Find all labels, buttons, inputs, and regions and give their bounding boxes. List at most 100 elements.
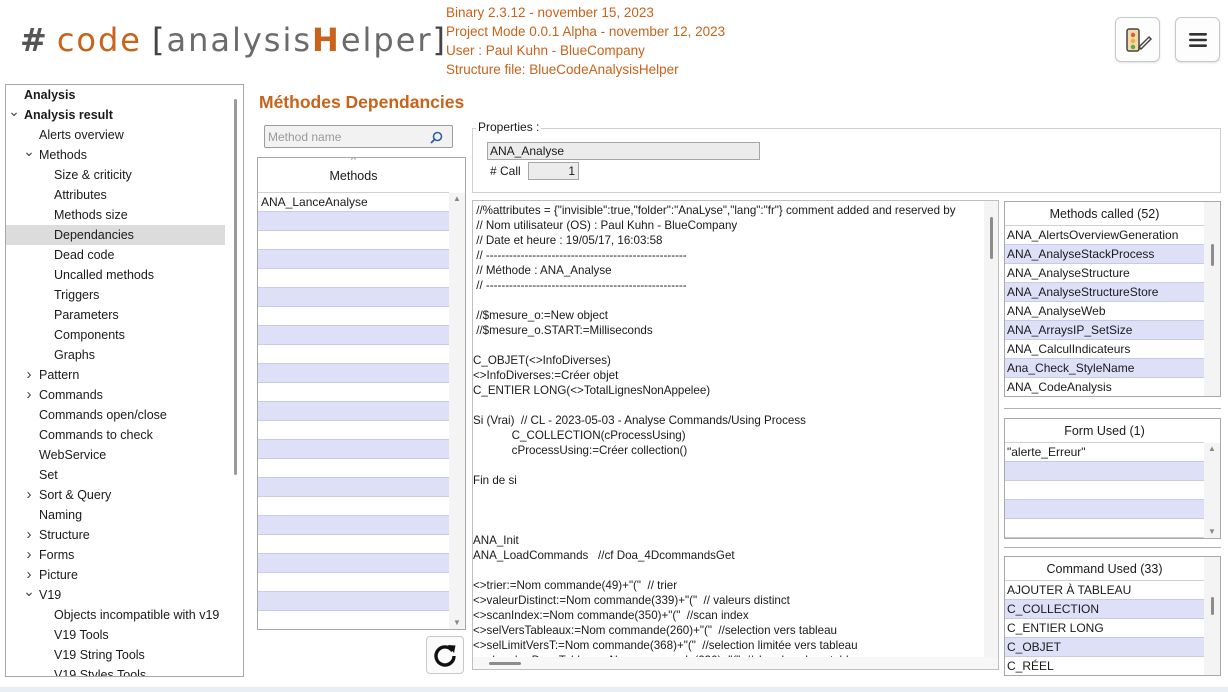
menu-button[interactable] [1175,17,1220,62]
tree-item[interactable]: V19 Styles Tools [6,665,225,676]
method-row[interactable] [258,516,449,535]
tree-item[interactable]: › Pattern [6,365,225,385]
method-row[interactable] [258,573,449,592]
method-row[interactable] [258,364,449,383]
navigation-tree[interactable]: Analysis ⌄ Analysis result Alerts overview ⌄… [5,84,244,677]
methods-list[interactable]: ^ Methods ANA_LanceAnalyse ▲ ▼ [257,157,466,630]
command-used-scrollbar[interactable] [1204,557,1220,675]
chevron-right-icon[interactable]: › [23,365,35,385]
panel-row[interactable] [1005,519,1204,538]
panel-row[interactable]: ANA_AnalyseStructureStore [1005,283,1204,302]
code-horizontal-scrollbar[interactable] [473,657,998,669]
form-used-panel[interactable]: Form Used (1) "alerte_Erreur" ▲ ▼ [1004,418,1221,539]
method-row[interactable] [258,326,449,345]
tree-item[interactable]: ⌄ V19 [6,584,225,605]
method-search-input[interactable] [268,129,428,144]
tree-item[interactable]: WebService [6,445,225,465]
tree-item[interactable]: › Structure [6,525,225,545]
tree-item[interactable]: Methods size [6,205,225,225]
method-row[interactable] [258,345,449,364]
tree-item[interactable]: Objects incompatible with v19 [6,605,225,625]
tree-item[interactable]: Attributes [6,185,225,205]
tree-item[interactable]: Components [6,325,225,345]
tree-item[interactable]: › Forms [6,545,225,565]
method-row[interactable] [258,440,449,459]
chevron-right-icon[interactable]: › [23,545,35,565]
tree-item[interactable]: Uncalled methods [6,265,225,285]
method-row[interactable] [258,402,449,421]
tree-item[interactable]: Parameters [6,305,225,325]
panel-row[interactable]: C_ENTIER LONG [1005,619,1204,638]
panel-row[interactable]: AJOUTER À TABLEAU [1005,581,1204,600]
method-row[interactable] [258,269,449,288]
tree-scrollbar[interactable] [234,99,237,475]
methods-scrollbar[interactable]: ▲ ▼ [449,193,465,629]
method-row[interactable] [258,497,449,516]
method-row[interactable] [258,250,449,269]
method-row[interactable] [258,231,449,250]
tree-item[interactable]: Alerts overview [6,125,225,145]
tree-item[interactable]: Dead code [6,245,225,265]
method-search-box[interactable] [264,125,453,148]
panel-row[interactable]: ANA_CalculIndicateurs [1005,340,1204,359]
tree-item[interactable]: › Sort & Query [6,485,225,505]
method-row[interactable] [258,535,449,554]
methods-called-scrollbar[interactable] [1204,202,1220,396]
tools-button[interactable] [1115,17,1160,62]
command-used-panel[interactable]: Command Used (33) AJOUTER À TABLEAU C_COL… [1004,556,1221,676]
methods-column-header[interactable]: ^ Methods [258,158,449,193]
command-used-header[interactable]: Command Used (33) [1005,557,1204,581]
panel-row[interactable]: ANA_AlertsOverviewGeneration [1005,226,1204,245]
method-row[interactable] [258,459,449,478]
refresh-button[interactable] [426,636,464,674]
tree-item[interactable]: Graphs [6,345,225,365]
search-icon[interactable] [430,131,443,144]
chevron-right-icon[interactable]: › [23,385,35,405]
tree-item[interactable]: › Picture [6,565,225,585]
panel-row[interactable]: ANA_AnalyseStructure [1005,264,1204,283]
tree-item[interactable]: Naming [6,505,225,525]
method-row[interactable] [258,307,449,326]
method-row[interactable] [258,383,449,402]
panel-row[interactable]: ANA_CodeAnalysis [1005,378,1204,396]
tree-item[interactable]: V19 String Tools [6,645,225,665]
call-count-field[interactable]: 1 [528,162,579,180]
tree-item[interactable]: Triggers [6,285,225,305]
tree-item[interactable]: ⌄ Analysis result [6,104,225,125]
methods-called-header[interactable]: Methods called (52) [1005,202,1204,226]
tree-item[interactable]: ⌄ Methods [6,144,225,165]
code-vertical-scrollbar[interactable] [984,201,998,657]
tree-item[interactable]: Size & criticity [6,165,225,185]
methods-called-panel[interactable]: Methods called (52) ANA_AlertsOverviewGe… [1004,201,1221,397]
panel-row[interactable]: "alerte_Erreur" [1005,443,1204,462]
code-text[interactable]: //%attributes = {"invisible":true,"folde… [473,203,983,668]
method-row[interactable] [258,212,449,231]
panel-row[interactable] [1005,500,1204,519]
tree-item[interactable]: › Commands [6,385,225,405]
method-row[interactable] [258,592,449,611]
method-name-field[interactable]: ANA_Analyse [487,142,760,160]
method-row[interactable] [258,421,449,440]
method-row[interactable] [258,478,449,497]
panel-row[interactable]: ANA_AnalyseWeb [1005,302,1204,321]
panel-row[interactable]: C_RÉEL [1005,657,1204,675]
chevron-down-icon[interactable]: ⌄ [8,104,20,125]
form-used-header[interactable]: Form Used (1) [1005,419,1204,443]
tree-item[interactable]: V19 Tools [6,625,225,645]
tree-item[interactable]: Set [6,465,225,485]
method-row[interactable] [258,554,449,573]
chevron-right-icon[interactable]: › [23,485,35,505]
chevron-down-icon[interactable]: ⌄ [23,584,35,605]
method-row[interactable] [258,288,449,307]
panel-row[interactable]: C_OBJET [1005,638,1204,657]
panel-row[interactable]: Ana_Check_StyleName [1005,359,1204,378]
panel-row[interactable]: C_COLLECTION [1005,600,1204,619]
method-row[interactable]: ANA_LanceAnalyse [258,193,449,212]
tree-item[interactable]: Commands to check [6,425,225,445]
tree-item[interactable]: Dependancies [6,225,225,245]
tree-item[interactable]: Analysis [6,85,225,105]
tree-item[interactable]: Commands open/close [6,405,225,425]
panel-row[interactable]: ANA_AnalyseStackProcess [1005,245,1204,264]
form-used-scrollbar[interactable]: ▲ ▼ [1204,443,1220,538]
chevron-down-icon[interactable]: ⌄ [23,144,35,165]
